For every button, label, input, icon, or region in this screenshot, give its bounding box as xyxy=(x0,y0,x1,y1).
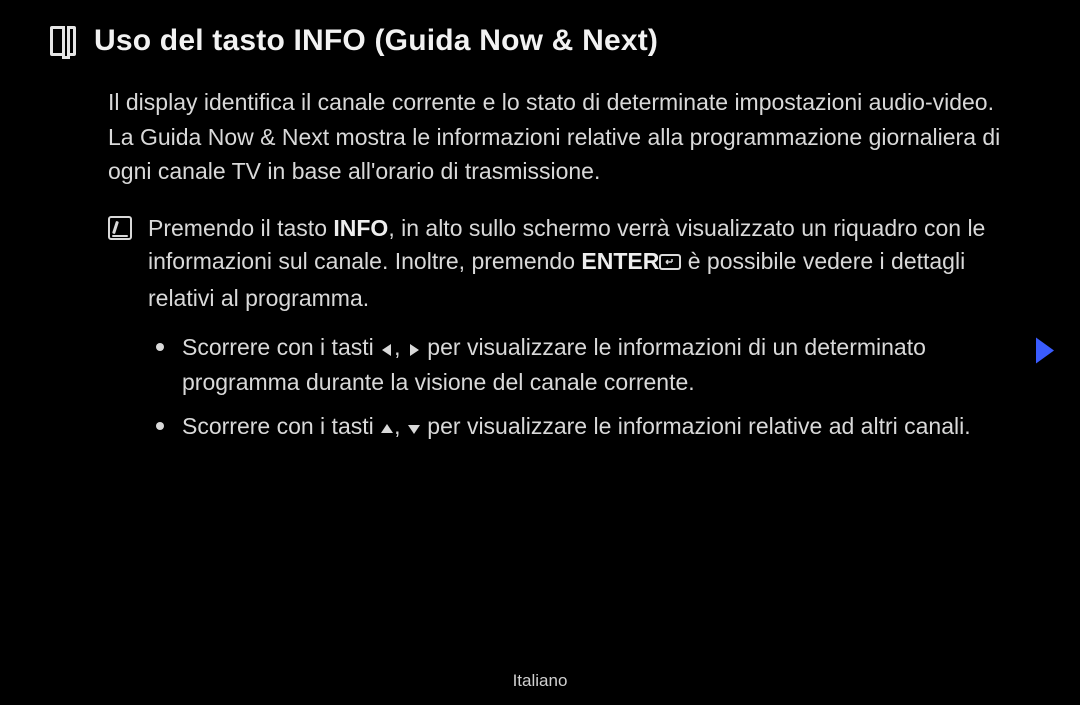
bullet2-b: per visualizzare le informazioni relativ… xyxy=(421,413,971,439)
bullet-item-1: Scorrere con i tasti , per visualizzare … xyxy=(156,331,1020,400)
note-block: Premendo il tasto INFO, in alto sullo sc… xyxy=(108,212,1020,315)
enter-icon xyxy=(659,248,681,281)
triangle-down-icon xyxy=(407,412,421,445)
next-page-arrow[interactable] xyxy=(1034,335,1056,370)
note-icon xyxy=(108,216,132,240)
intro-paragraph-2: La Guida Now & Next mostra le informazio… xyxy=(108,121,1020,188)
footer-language: Italiano xyxy=(0,671,1080,691)
comma2: , xyxy=(394,413,407,439)
info-keyword: INFO xyxy=(333,215,388,241)
triangle-right-icon xyxy=(407,333,421,366)
triangle-left-icon xyxy=(380,333,394,366)
bullet2-a: Scorrere con i tasti xyxy=(182,413,380,439)
section-header: Uso del tasto INFO (Guida Now & Next) xyxy=(50,24,1020,58)
triangle-up-icon xyxy=(380,412,394,445)
bullet-list: Scorrere con i tasti , per visualizzare … xyxy=(108,331,1020,445)
bullet-item-2: Scorrere con i tasti , per visualizzare … xyxy=(156,410,1020,445)
page-title: Uso del tasto INFO (Guida Now & Next) xyxy=(94,24,658,58)
bookmark-icon xyxy=(50,26,76,56)
intro-paragraph-1: Il display identifica il canale corrente… xyxy=(108,86,1020,119)
note-seg1: Premendo il tasto xyxy=(148,215,333,241)
bullet1-a: Scorrere con i tasti xyxy=(182,334,380,360)
enter-keyword: ENTER xyxy=(581,248,659,274)
comma1: , xyxy=(394,334,407,360)
note-text: Premendo il tasto INFO, in alto sullo sc… xyxy=(148,212,1020,315)
